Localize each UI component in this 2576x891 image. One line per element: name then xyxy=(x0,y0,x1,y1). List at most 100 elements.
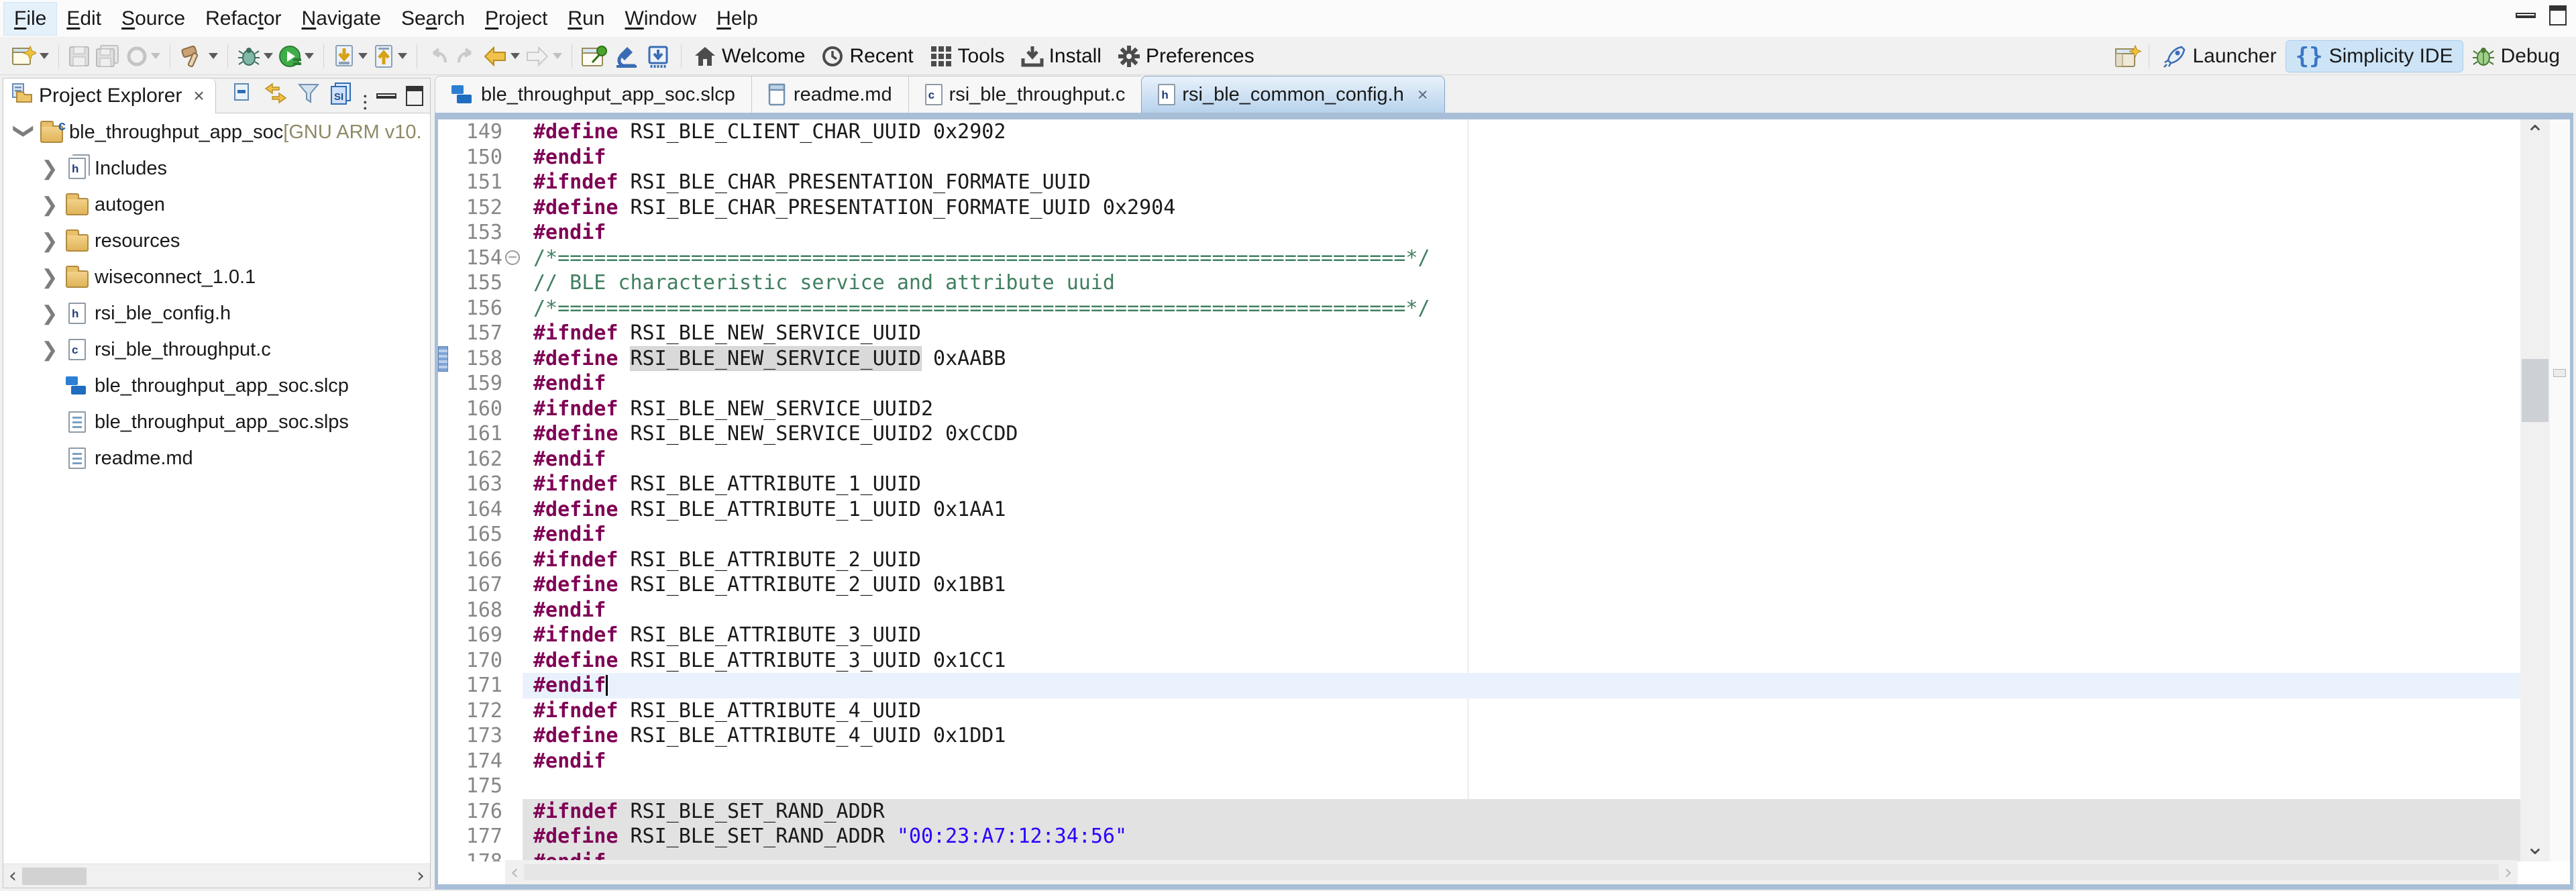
flash-upload-button[interactable] xyxy=(370,42,410,71)
tree-item-resources[interactable]: ❯ resources xyxy=(3,223,430,259)
line-number[interactable]: 149 xyxy=(438,119,502,145)
menu-refactor[interactable]: Refac t or xyxy=(195,3,291,35)
code-line-160[interactable]: 160 #ifndef RSI_BLE_NEW_SERVICE_UUID2 xyxy=(438,397,2520,422)
menu-project[interactable]: Project xyxy=(475,3,557,35)
line-number[interactable]: 170 xyxy=(438,648,502,674)
nav-back-button[interactable] xyxy=(480,42,523,71)
dropdown-arrow-icon[interactable] xyxy=(511,53,520,59)
tree-item-wiseconnect-1-0-1[interactable]: ❯ wiseconnect_1.0.1 xyxy=(3,259,430,295)
code-line-170[interactable]: 170 #define RSI_BLE_ATTRIBUTE_3_UUID 0x1C… xyxy=(438,648,2520,674)
chevron-right-icon[interactable]: ❯ xyxy=(37,266,62,289)
line-number[interactable]: 178 xyxy=(438,849,502,862)
menu-help[interactable]: Help xyxy=(706,3,768,35)
editor-tab-rsi-ble-throughput-c[interactable]: c rsi_ble_throughput.c xyxy=(908,76,1142,113)
view-menu-icon[interactable]: ● ● ● xyxy=(364,81,367,111)
scrollbar-thumb[interactable] xyxy=(2522,359,2548,422)
code-line-149[interactable]: 149 #define RSI_BLE_CLIENT_CHAR_UUID 0x29… xyxy=(438,119,2520,145)
line-number[interactable]: 161 xyxy=(438,421,502,447)
maximize-icon[interactable] xyxy=(406,85,423,106)
line-number[interactable]: 173 xyxy=(438,723,502,749)
code-line-150[interactable]: 150 #endif xyxy=(438,145,2520,170)
chip-download-button[interactable] xyxy=(642,42,674,71)
line-number[interactable]: 159 xyxy=(438,371,502,397)
line-number[interactable]: 165 xyxy=(438,522,502,547)
dropdown-arrow-icon[interactable] xyxy=(553,53,562,59)
open-perspective-button[interactable] xyxy=(2112,42,2145,71)
line-number[interactable]: 156 xyxy=(438,296,502,321)
code-line-174[interactable]: 174 #endif xyxy=(438,749,2520,774)
tree-item-readme-md[interactable]: readme.md xyxy=(3,440,430,476)
line-number[interactable]: 154 xyxy=(438,246,502,271)
scrollbar-thumb[interactable] xyxy=(22,867,87,885)
code-line-157[interactable]: 157 #ifndef RSI_BLE_NEW_SERVICE_UUID xyxy=(438,321,2520,346)
code-line-156[interactable]: 156/*===================================… xyxy=(438,296,2520,321)
tree-item-ble-throughput-app-soc[interactable]: ❯ c ble_throughput_app_soc [GNU ARM v10. xyxy=(3,114,430,150)
tree-item-rsi-ble-throughput-c[interactable]: ❯ c rsi_ble_throughput.c xyxy=(3,331,430,368)
code-line-165[interactable]: 165 #endif xyxy=(438,522,2520,547)
pin-view-button[interactable] xyxy=(579,42,611,71)
code-editor[interactable]: 149 #define RSI_BLE_CLIENT_CHAR_UUID 0x29… xyxy=(438,119,2520,861)
line-number[interactable]: 158 xyxy=(438,346,502,372)
code-line-152[interactable]: 152 #define RSI_BLE_CHAR_PRESENTATION_FOR… xyxy=(438,195,2520,221)
build-hammer-button[interactable] xyxy=(177,42,221,71)
occurrence-marker[interactable] xyxy=(2553,369,2566,377)
line-number[interactable]: 176 xyxy=(438,799,502,825)
project-explorer-hscrollbar[interactable]: ‹ › xyxy=(3,863,430,888)
menu-edit[interactable]: Edit xyxy=(56,3,111,35)
welcome-button[interactable]: Welcome xyxy=(686,41,813,72)
line-number[interactable]: 169 xyxy=(438,623,502,648)
preferences-button[interactable]: Preferences xyxy=(1110,41,1263,72)
back-curved-button[interactable] xyxy=(424,42,452,71)
chevron-right-icon[interactable]: ❯ xyxy=(37,157,62,180)
tree-item-ble-throughput-app-soc-slps[interactable]: ble_throughput_app_soc.slps xyxy=(3,404,430,440)
line-number[interactable]: 150 xyxy=(438,145,502,170)
editor-vscrollbar[interactable]: ⌃ ⌄ xyxy=(2520,119,2550,861)
fold-collapse-icon[interactable]: − xyxy=(505,250,520,265)
history-button[interactable] xyxy=(123,42,163,71)
code-line-154[interactable]: 154−/*==================================… xyxy=(438,246,2520,271)
line-number[interactable]: 175 xyxy=(438,774,502,799)
code-line-153[interactable]: 153 #endif xyxy=(438,220,2520,246)
code-line-163[interactable]: 163 #ifndef RSI_BLE_ATTRIBUTE_1_UUID xyxy=(438,472,2520,497)
chevron-down-icon[interactable]: ❯ xyxy=(13,118,36,144)
minimize-icon[interactable] xyxy=(376,93,396,99)
line-number[interactable]: 166 xyxy=(438,547,502,573)
scroll-down-icon[interactable]: ⌄ xyxy=(2520,833,2550,860)
editor-tab-ble-throughput-app-soc-slcp[interactable]: ble_throughput_app_soc.slcp xyxy=(435,76,751,113)
code-line-167[interactable]: 167 #define RSI_BLE_ATTRIBUTE_2_UUID 0x1B… xyxy=(438,572,2520,598)
editor-tab-readme-md[interactable]: readme.md xyxy=(751,76,908,113)
code-line-169[interactable]: 169 #ifndef RSI_BLE_ATTRIBUTE_3_UUID xyxy=(438,623,2520,648)
line-number[interactable]: 163 xyxy=(438,472,502,497)
project-explorer-tab[interactable]: Project Explorer × xyxy=(3,78,216,113)
dropdown-arrow-icon[interactable] xyxy=(358,53,368,59)
line-number[interactable]: 155 xyxy=(438,270,502,296)
dropdown-arrow-icon[interactable] xyxy=(40,53,49,59)
recent-button[interactable]: Recent xyxy=(813,41,921,72)
code-line-159[interactable]: 159 #endif xyxy=(438,371,2520,397)
dropdown-arrow-icon[interactable] xyxy=(209,53,218,59)
tools-button[interactable]: Tools xyxy=(922,41,1013,72)
microscope-button[interactable] xyxy=(611,42,642,71)
code-line-164[interactable]: 164 #define RSI_BLE_ATTRIBUTE_1_UUID 0x1A… xyxy=(438,497,2520,523)
menu-file[interactable]: File xyxy=(3,1,58,36)
scroll-left-icon[interactable]: ‹ xyxy=(3,864,22,888)
chevron-right-icon[interactable]: ❯ xyxy=(37,338,62,362)
tree-item-autogen[interactable]: ❯ autogen xyxy=(3,187,430,223)
code-line-158[interactable]: 158 #define RSI_BLE_NEW_SERVICE_UUID 0xAA… xyxy=(438,346,2520,372)
code-line-173[interactable]: 173 #define RSI_BLE_ATTRIBUTE_4_UUID 0x1D… xyxy=(438,723,2520,749)
perspective-debug[interactable]: Debug xyxy=(2463,41,2569,72)
menu-source[interactable]: Source xyxy=(111,3,195,35)
scroll-up-icon[interactable]: ⌃ xyxy=(2520,121,2550,148)
chevron-right-icon[interactable]: ❯ xyxy=(37,229,62,253)
line-number[interactable]: 168 xyxy=(438,598,502,623)
tree-item-rsi-ble-config-h[interactable]: ❯ h rsi_ble_config.h xyxy=(3,295,430,331)
close-icon[interactable]: × xyxy=(193,85,204,107)
menu-window[interactable]: Window xyxy=(614,3,706,35)
collapse-all-icon[interactable] xyxy=(231,82,254,110)
code-line-162[interactable]: 162 #endif xyxy=(438,447,2520,472)
dropdown-arrow-icon[interactable] xyxy=(264,53,273,59)
save-all-button[interactable] xyxy=(93,42,123,71)
line-number[interactable]: 151 xyxy=(438,170,502,195)
line-number[interactable]: 171 xyxy=(438,673,502,698)
maximize-icon[interactable] xyxy=(2549,5,2567,25)
